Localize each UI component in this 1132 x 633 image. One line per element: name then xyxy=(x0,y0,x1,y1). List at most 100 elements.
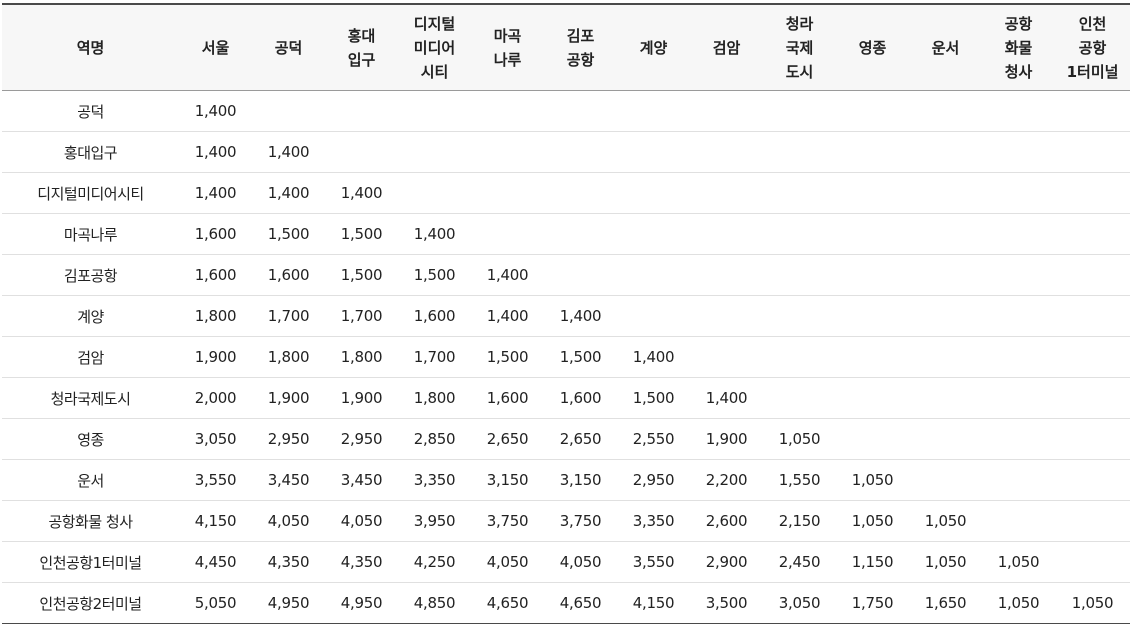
fare-cell: 4,050 xyxy=(471,541,544,583)
column-header-line: 계양 xyxy=(639,38,668,57)
empty-cell xyxy=(982,500,1055,542)
empty-cell xyxy=(617,131,690,173)
fare-cell: 3,750 xyxy=(544,500,617,542)
column-header-line: 청라 xyxy=(785,14,814,33)
fare-cell: 3,550 xyxy=(617,541,690,583)
empty-cell xyxy=(471,172,544,214)
empty-cell xyxy=(982,254,1055,296)
table-row: 계양 1,800 1,700 1,700 1,600 1,400 1,400 xyxy=(2,295,1130,337)
fare-cell: 3,050 xyxy=(179,418,252,460)
fare-cell: 1,400 xyxy=(471,254,544,296)
column-header: 김포 공항 xyxy=(544,4,617,91)
column-header-line: 운서 xyxy=(931,38,960,57)
column-header: 공항 화물 청사 xyxy=(982,4,1055,91)
column-header-line: 입구 xyxy=(347,50,376,69)
empty-cell xyxy=(982,172,1055,214)
empty-cell xyxy=(982,336,1055,378)
fare-cell: 4,050 xyxy=(325,500,398,542)
column-header: 운서 xyxy=(909,4,982,91)
fare-cell: 1,550 xyxy=(763,459,836,501)
empty-cell xyxy=(982,90,1055,132)
row-station-name: 계양 xyxy=(2,295,179,337)
row-station-name: 공항화물 청사 xyxy=(2,500,179,542)
fare-cell: 1,150 xyxy=(836,541,909,583)
empty-cell xyxy=(1055,254,1130,296)
empty-cell xyxy=(1055,295,1130,337)
fare-cell: 1,900 xyxy=(690,418,763,460)
empty-cell xyxy=(763,254,836,296)
empty-cell xyxy=(471,213,544,255)
table-row: 인천공항1터미널 4,450 4,350 4,350 4,250 4,050 4,050 3,… xyxy=(2,541,1130,583)
empty-cell xyxy=(836,172,909,214)
fare-cell: 3,450 xyxy=(252,459,325,501)
fare-cell: 1,500 xyxy=(471,336,544,378)
table-row: 디지털미디어시티 1,400 1,400 1,400 xyxy=(2,172,1130,214)
column-header-line: 디지털 xyxy=(413,14,456,33)
fare-cell: 4,050 xyxy=(544,541,617,583)
fare-cell: 2,550 xyxy=(617,418,690,460)
fare-cell: 1,900 xyxy=(252,377,325,419)
empty-cell xyxy=(544,254,617,296)
column-header-line: 시티 xyxy=(420,62,449,81)
fare-cell: 1,400 xyxy=(617,336,690,378)
row-station-name: 운서 xyxy=(2,459,179,501)
empty-cell xyxy=(544,131,617,173)
fare-cell: 1,400 xyxy=(252,172,325,214)
fare-cell: 1,600 xyxy=(179,254,252,296)
empty-cell xyxy=(982,131,1055,173)
fare-cell: 2,650 xyxy=(544,418,617,460)
empty-cell xyxy=(325,90,398,132)
fare-cell: 2,600 xyxy=(690,500,763,542)
fare-cell: 2,000 xyxy=(179,377,252,419)
column-header-line: 공덕 xyxy=(274,38,303,57)
empty-cell xyxy=(836,213,909,255)
table-row: 검암 1,900 1,800 1,800 1,700 1,500 1,500 1,400 xyxy=(2,336,1130,378)
table-row: 김포공항 1,600 1,600 1,500 1,500 1,400 xyxy=(2,254,1130,296)
empty-cell xyxy=(836,90,909,132)
fare-cell: 1,400 xyxy=(544,295,617,337)
empty-cell xyxy=(982,459,1055,501)
fare-cell: 4,150 xyxy=(632,594,675,612)
fare-cell: 4,950 xyxy=(267,594,310,612)
empty-cell xyxy=(544,90,617,132)
fare-cell: 5,050 xyxy=(194,594,237,612)
empty-cell xyxy=(909,418,982,460)
fare-cell: 1,600 xyxy=(252,254,325,296)
empty-cell xyxy=(1055,377,1130,419)
fare-cell: 4,350 xyxy=(252,541,325,583)
fare-cell: 3,150 xyxy=(471,459,544,501)
column-header-line: 공항 xyxy=(1004,14,1033,33)
fare-cell: 3,050 xyxy=(778,594,821,612)
row-station-name: 영종 xyxy=(2,418,179,460)
row-station-name: 김포공항 xyxy=(2,254,179,296)
fare-cell: 1,600 xyxy=(398,295,471,337)
column-header-line: 마곡 xyxy=(493,26,522,45)
empty-cell xyxy=(909,459,982,501)
empty-cell xyxy=(690,131,763,173)
fare-cell: 1,900 xyxy=(179,336,252,378)
table-row: 영종 3,050 2,950 2,950 2,850 2,650 2,650 2,550 1,9… xyxy=(2,418,1130,460)
fare-cell: 1,800 xyxy=(325,336,398,378)
fare-cell: 1,050 xyxy=(982,541,1055,583)
fare-cell: 1,900 xyxy=(325,377,398,419)
empty-cell xyxy=(909,172,982,214)
empty-cell xyxy=(398,90,471,132)
fare-cell: 1,600 xyxy=(179,213,252,255)
fare-cell: 3,450 xyxy=(325,459,398,501)
fare-cell: 4,150 xyxy=(179,500,252,542)
empty-cell xyxy=(325,131,398,173)
column-header-line: 국제 xyxy=(785,38,814,57)
row-station-name: 디지털미디어시티 xyxy=(2,172,179,214)
column-header-line: 공항 xyxy=(566,50,595,69)
fare-cell: 1,750 xyxy=(851,594,894,612)
fare-cell: 2,950 xyxy=(325,418,398,460)
empty-cell xyxy=(763,90,836,132)
fare-cell: 4,450 xyxy=(179,541,252,583)
column-header: 디지털 미디어 시티 xyxy=(398,4,471,91)
empty-cell xyxy=(690,213,763,255)
fare-cell: 4,650 xyxy=(486,594,529,612)
empty-cell xyxy=(690,172,763,214)
column-header-line: 화물 xyxy=(1004,38,1033,57)
empty-cell xyxy=(471,90,544,132)
empty-cell xyxy=(836,295,909,337)
